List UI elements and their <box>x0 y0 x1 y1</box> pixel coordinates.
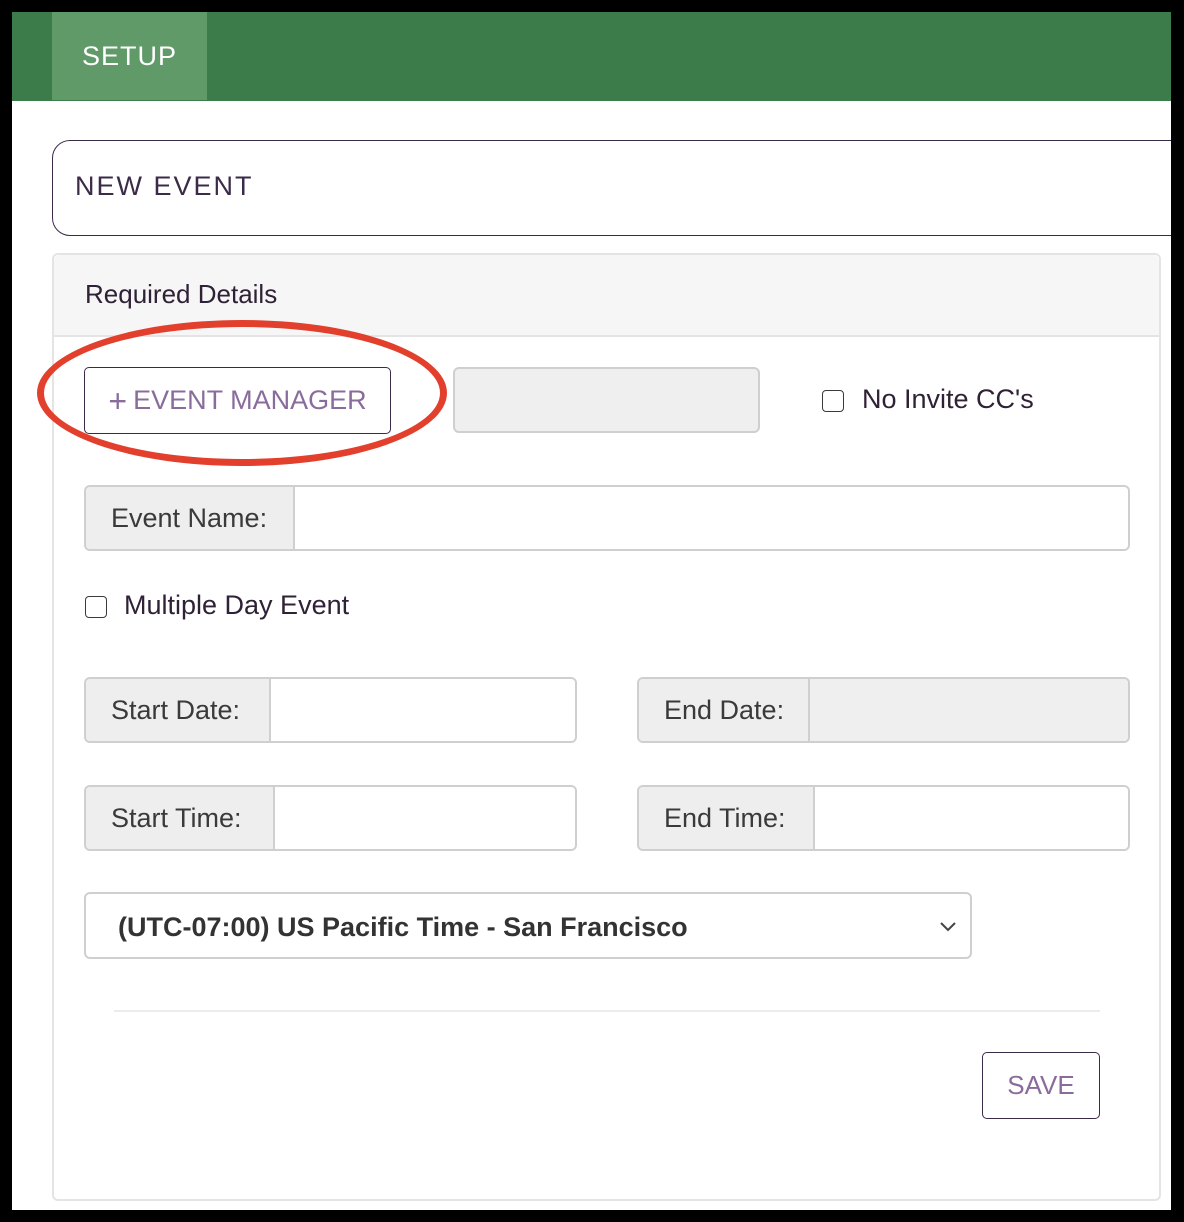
add-event-manager-label: EVENT MANAGER <box>133 385 367 415</box>
end-date-label: End Date: <box>639 679 810 741</box>
page-title: NEW EVENT <box>75 171 254 201</box>
start-date-input[interactable] <box>271 679 575 741</box>
end-time-input[interactable] <box>815 787 1128 849</box>
multiple-day-event-label: Multiple Day Event <box>124 590 350 620</box>
start-time-input[interactable] <box>275 787 575 849</box>
add-event-manager-button[interactable]: + EVENT MANAGER <box>84 367 391 434</box>
end-date-input <box>810 679 1128 741</box>
page-title-box: NEW EVENT <box>52 140 1184 236</box>
end-time-label: End Time: <box>639 787 815 849</box>
panel-header-title: Required Details <box>85 279 278 309</box>
frame-border-top <box>0 0 1184 12</box>
no-invite-cc-label: No Invite CC's <box>862 384 1034 414</box>
frame-border-right <box>1171 0 1184 1222</box>
end-time-group: End Time: <box>637 785 1130 851</box>
event-name-input[interactable] <box>295 487 1128 549</box>
top-nav-bar: SETUP <box>0 0 1171 101</box>
event-name-label: Event Name: <box>86 487 295 549</box>
start-date-label: Start Date: <box>86 679 271 741</box>
chevron-down-icon <box>940 922 956 932</box>
save-button[interactable]: SAVE <box>982 1052 1100 1119</box>
plus-icon: + <box>108 382 128 419</box>
no-invite-cc-checkbox[interactable] <box>822 390 844 412</box>
form-divider <box>114 1010 1100 1012</box>
timezone-selected-value: (UTC-07:00) US Pacific Time - San Franci… <box>118 912 688 942</box>
panel-header: Required Details <box>54 255 1159 337</box>
end-date-group: End Date: <box>637 677 1130 743</box>
tab-setup[interactable]: SETUP <box>52 12 207 100</box>
timezone-select[interactable]: (UTC-07:00) US Pacific Time - San Franci… <box>84 892 972 959</box>
start-date-group: Start Date: <box>84 677 577 743</box>
frame-border-bottom <box>0 1210 1184 1222</box>
event-name-group: Event Name: <box>84 485 1130 551</box>
multiple-day-event-checkbox[interactable] <box>85 596 107 618</box>
event-manager-display-field <box>453 367 760 433</box>
frame-border-left <box>0 0 12 1222</box>
start-time-group: Start Time: <box>84 785 577 851</box>
start-time-label: Start Time: <box>86 787 275 849</box>
